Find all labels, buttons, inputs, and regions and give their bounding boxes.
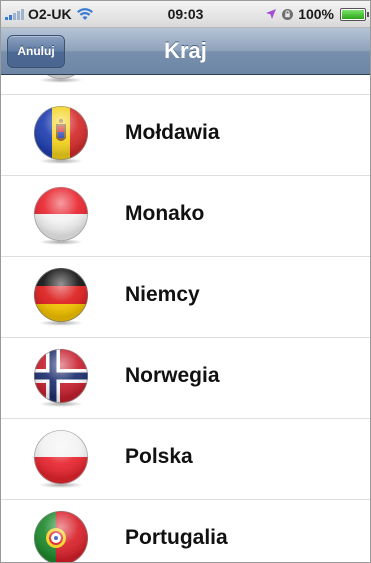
portugal-flag-icon [34, 511, 88, 562]
germany-flag-icon [34, 268, 88, 326]
page-title: Kraj [164, 38, 207, 63]
poland-flag-icon [34, 430, 88, 488]
status-bar: O2-UK 09:03 100% [1, 1, 370, 28]
country-label: Monako [125, 202, 205, 225]
country-label: Niemcy [125, 283, 200, 306]
country-list[interactable]: Mołdawia Monako Niemcy Norwegia Polska P… [1, 75, 370, 562]
country-row[interactable]: Norwegia [1, 338, 370, 419]
country-row[interactable] [1, 75, 370, 95]
country-row[interactable]: Niemcy [1, 257, 370, 338]
country-label: Polska [125, 445, 193, 468]
moldova-flag-icon [34, 106, 88, 164]
country-row[interactable]: Portugalia [1, 500, 370, 562]
lock-rotation-icon [282, 8, 294, 20]
status-right: 100% [265, 6, 369, 22]
location-arrow-icon [266, 9, 277, 19]
app-frame: O2-UK 09:03 100% Anuluj Kraj Mołdawia Mo… [0, 0, 371, 563]
norway-flag-icon [34, 349, 88, 407]
country-row[interactable]: Mołdawia [1, 95, 370, 176]
battery-icon [340, 7, 369, 21]
country-row[interactable]: Polska [1, 419, 370, 500]
country-label: Norwegia [125, 364, 220, 387]
navigation-bar: Anuluj Kraj [1, 28, 370, 75]
country-row[interactable]: Monako [1, 176, 370, 257]
monaco-flag-icon [34, 187, 88, 245]
battery-percent: 100% [298, 6, 334, 22]
country-label: Mołdawia [125, 121, 220, 144]
partial-flag-icon [34, 75, 88, 83]
battery-fill [342, 9, 364, 19]
country-label: Portugalia [125, 526, 228, 549]
